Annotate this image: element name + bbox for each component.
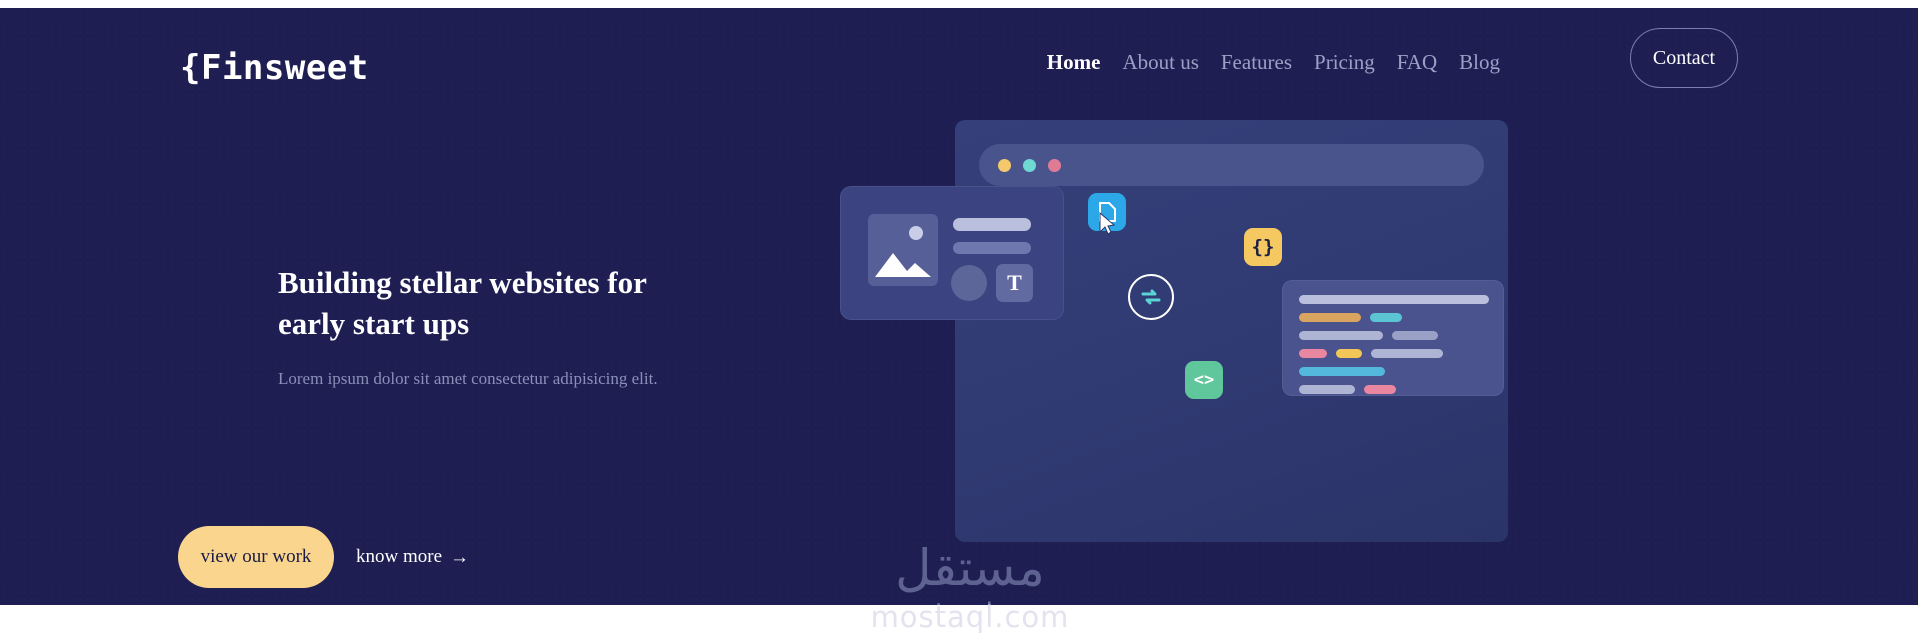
nav-link-blog[interactable]: Blog bbox=[1459, 50, 1500, 75]
code-bar bbox=[1299, 313, 1361, 322]
nav-link-home[interactable]: Home bbox=[1047, 50, 1101, 75]
code-bar bbox=[1336, 349, 1362, 358]
text-tool-icon: T bbox=[996, 264, 1033, 302]
code-panel bbox=[1282, 280, 1504, 396]
code-bar bbox=[1371, 349, 1443, 358]
nav-links: Home About us Features Pricing FAQ Blog bbox=[1047, 50, 1500, 75]
sync-arrows-glyph bbox=[1141, 289, 1161, 305]
hero-illustration: T {} <> bbox=[840, 108, 1540, 558]
window-dot-pink-icon bbox=[1048, 159, 1061, 172]
nav-link-features[interactable]: Features bbox=[1221, 50, 1292, 75]
code-panel-row bbox=[1299, 349, 1443, 358]
code-bar bbox=[1299, 349, 1327, 358]
mountain-icon bbox=[875, 253, 931, 277]
code-bar bbox=[1299, 295, 1489, 304]
code-panel-row bbox=[1299, 367, 1385, 376]
code-panel-row bbox=[1299, 331, 1438, 340]
image-placeholder-icon bbox=[868, 214, 938, 286]
window-dot-yellow-icon bbox=[998, 159, 1011, 172]
code-panel-row bbox=[1299, 295, 1489, 304]
arrow-right-icon: → bbox=[450, 546, 470, 568]
shape-tool-icon bbox=[951, 265, 987, 301]
code-bar bbox=[1364, 385, 1396, 394]
browser-address-bar bbox=[979, 144, 1484, 186]
nav-link-faq[interactable]: FAQ bbox=[1397, 50, 1437, 75]
view-our-work-button[interactable]: view our work bbox=[178, 526, 334, 588]
brand-logo[interactable]: {Finsweet bbox=[180, 48, 369, 88]
contact-button[interactable]: Contact bbox=[1630, 28, 1738, 88]
code-bar bbox=[1299, 385, 1355, 394]
hero-headline: Building stellar websites for early star… bbox=[278, 265, 647, 341]
media-card: T bbox=[840, 186, 1064, 320]
watermark-latin-overflow: mostaql.com bbox=[870, 600, 1070, 634]
know-more-label: know more bbox=[356, 546, 443, 567]
hero-copy: Building stellar websites for early star… bbox=[278, 263, 708, 391]
card-text-bar-secondary bbox=[953, 242, 1031, 254]
top-white-strip bbox=[0, 0, 1918, 8]
card-text-bar-primary bbox=[953, 218, 1031, 231]
code-bar bbox=[1299, 367, 1385, 376]
braces-icon: {} bbox=[1244, 228, 1282, 266]
hero-section: {Finsweet Home About us Features Pricing… bbox=[0, 8, 1918, 605]
code-bar bbox=[1392, 331, 1438, 340]
nav-link-pricing[interactable]: Pricing bbox=[1314, 50, 1375, 75]
code-panel-row bbox=[1299, 313, 1402, 322]
page-root: {Finsweet Home About us Features Pricing… bbox=[0, 0, 1918, 642]
code-bar bbox=[1299, 331, 1383, 340]
code-brackets-icon: <> bbox=[1185, 361, 1223, 399]
code-panel-row bbox=[1299, 385, 1396, 394]
mouse-cursor-icon bbox=[1099, 212, 1116, 235]
hero-subcopy: Lorem ipsum dolor sit amet consectetur a… bbox=[278, 368, 658, 388]
navigation-bar: {Finsweet Home About us Features Pricing… bbox=[0, 8, 1918, 118]
know-more-link[interactable]: know more → bbox=[356, 546, 469, 568]
sun-icon bbox=[909, 226, 923, 240]
cta-row: view our work know more → bbox=[178, 526, 469, 588]
code-bar bbox=[1370, 313, 1402, 322]
window-dot-teal-icon bbox=[1023, 159, 1036, 172]
sync-node-icon bbox=[1128, 274, 1174, 320]
nav-link-about-us[interactable]: About us bbox=[1122, 50, 1198, 75]
